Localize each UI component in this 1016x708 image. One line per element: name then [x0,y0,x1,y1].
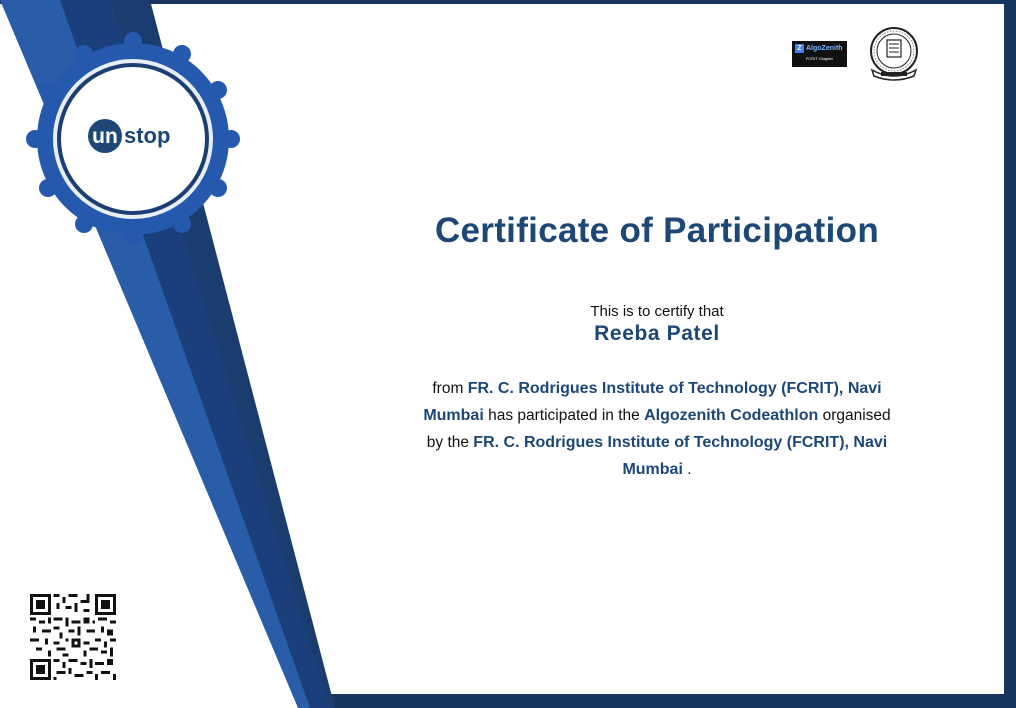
certificate-title: Certificate of Participation [434,211,880,250]
body-participated: has participated in the [483,407,645,424]
qr-code-icon [30,594,116,680]
algozenith-mark: Z [795,44,804,53]
algozenith-logo: Z AlgoZenith FCRIT Chapter [792,41,847,67]
unstop-logo-un: un [92,125,118,148]
event-name: Algozenith Codeathlon [644,407,819,424]
algozenith-name: AlgoZenith [806,45,843,52]
recipient-name: Reeba Patel [594,322,720,345]
algozenith-sub: FCRIT Chapter [805,56,834,61]
unstop-logo-stop: stop [124,123,170,148]
body-from: from [432,380,468,397]
body-end: . [682,461,692,478]
certificate-frame [0,0,1016,708]
certificate: un stop Z AlgoZenith FCRIT Chapter Certi… [0,0,1016,708]
college-seal-icon [870,27,918,81]
certificate-body: from FR. C. Rodrigues Institute of Techn… [420,375,894,483]
unstop-logo: un stop [88,119,170,153]
certify-intro: This is to certify that [590,303,724,320]
organiser-name: FR. C. Rodrigues Institute of Technology… [473,434,888,478]
